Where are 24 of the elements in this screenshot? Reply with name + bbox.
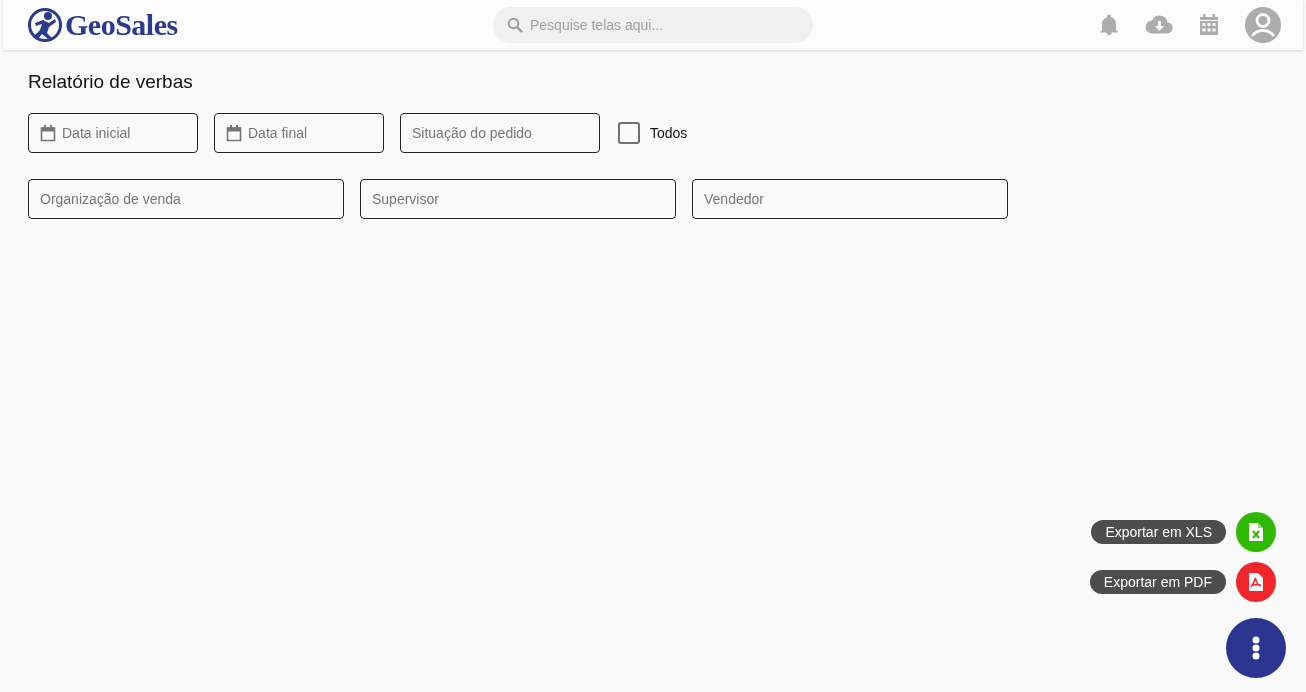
user-avatar-icon[interactable] xyxy=(1245,7,1281,43)
more-button[interactable] xyxy=(1226,618,1286,678)
checkbox[interactable] xyxy=(618,122,640,144)
spreadsheet-file-icon xyxy=(1249,523,1263,541)
export-button[interactable] xyxy=(1236,562,1276,602)
calendar-icon[interactable] xyxy=(1197,13,1221,37)
pdf-file-icon xyxy=(1249,573,1263,591)
search-field[interactable]: Pesquise telas aqui... xyxy=(493,7,813,43)
input-field[interactable]: Organização de venda xyxy=(28,179,344,219)
export-button[interactable] xyxy=(1236,512,1276,552)
input-field[interactable]: Situação do pedido xyxy=(400,113,600,153)
checkbox-label: Todos xyxy=(650,125,688,141)
bell-icon[interactable] xyxy=(1097,13,1121,37)
logo-text: GeoSales xyxy=(65,8,178,42)
tooltip-label: Exportar em PDF xyxy=(1089,570,1226,594)
cloud-download-icon[interactable] xyxy=(1145,13,1173,37)
tooltip-label: Exportar em XLS xyxy=(1091,520,1226,544)
date-field[interactable]: Data inicial xyxy=(28,113,198,153)
more-vertical-icon xyxy=(1252,636,1260,660)
input-field[interactable]: Supervisor xyxy=(360,179,676,219)
page-title: Relatório de verbas xyxy=(28,71,194,93)
input-field[interactable]: Vendedor xyxy=(692,179,1008,219)
runner-logo-icon xyxy=(27,7,63,43)
date-field[interactable]: Data final xyxy=(214,113,384,153)
